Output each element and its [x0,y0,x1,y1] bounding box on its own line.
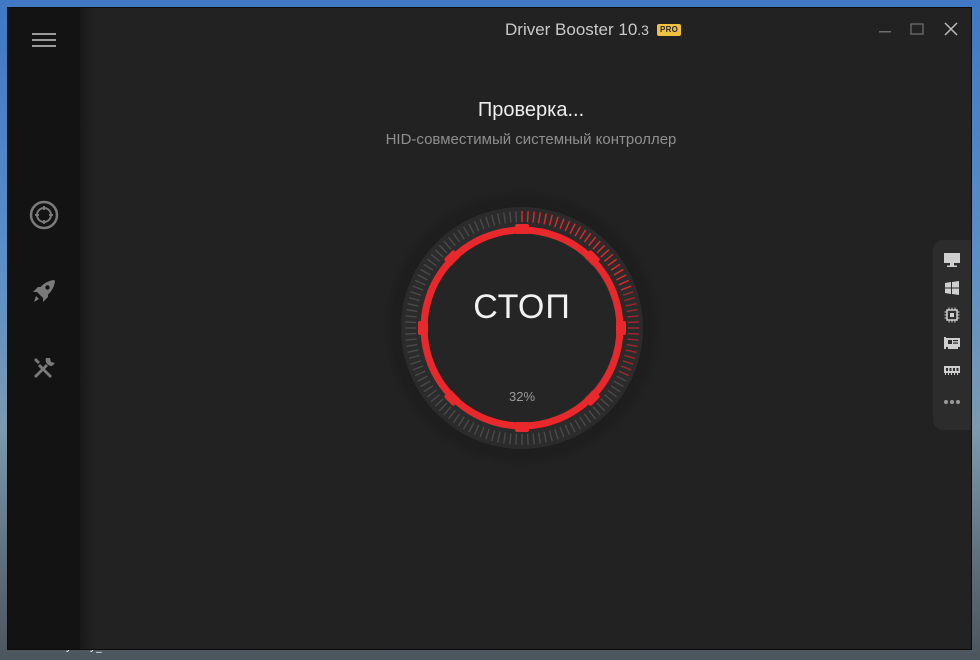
gauge-notch [515,224,529,234]
app-window: Driver Booster 10.3 PRO Проверка... HID-… [8,8,971,649]
sidebar-item-boost[interactable] [24,271,64,311]
close-icon [944,22,958,36]
minimize-icon [879,31,891,33]
network-card-icon [944,337,960,349]
scan-current-item: HID-совместимый системный контроллер [385,131,677,148]
app-title: Driver Booster 10.3 PRO [505,20,682,40]
gear-wheel-icon [29,200,59,230]
maximize-button[interactable] [906,18,928,40]
close-button[interactable] [940,18,962,40]
app-version-suffix: .3 [637,22,649,38]
title-bar: Driver Booster 10.3 PRO [80,8,971,50]
gauge-tick [526,211,529,223]
more-icon [944,400,960,404]
stop-button[interactable]: СТОП [382,288,662,327]
category-cpu[interactable] [942,305,962,325]
gauge-tick [627,332,639,335]
app-name: Driver Booster 10 [505,20,638,39]
maximize-icon [910,23,924,35]
gauge-tick [526,433,529,445]
rocket-icon [33,280,55,302]
device-category-panel [933,240,971,430]
cpu-icon [944,307,960,323]
memory-icon [944,366,960,375]
scan-progress-percent: 32% [508,389,536,404]
monitor-icon [944,253,960,267]
category-memory[interactable] [942,360,962,380]
sidebar-item-tools[interactable] [24,348,64,388]
gauge-tick [405,332,417,335]
gauge-tick [515,433,518,445]
menu-button[interactable] [24,20,64,60]
scan-status-title: Проверка... [477,99,585,121]
hamburger-menu-icon [32,33,56,47]
sidebar-item-scan[interactable] [24,195,64,235]
gauge-notch [515,422,529,432]
minimize-button[interactable] [874,18,896,40]
pro-badge: PRO [656,24,682,36]
windows-icon [945,281,959,295]
gauge-tick [515,211,518,223]
tools-icon [34,358,55,378]
category-network-card[interactable] [942,333,962,353]
gauge-ring [382,188,662,468]
category-windows[interactable] [942,278,962,298]
category-more[interactable] [942,392,962,412]
scan-gauge: СТОП 32% [382,188,662,468]
category-monitor[interactable] [942,250,962,270]
